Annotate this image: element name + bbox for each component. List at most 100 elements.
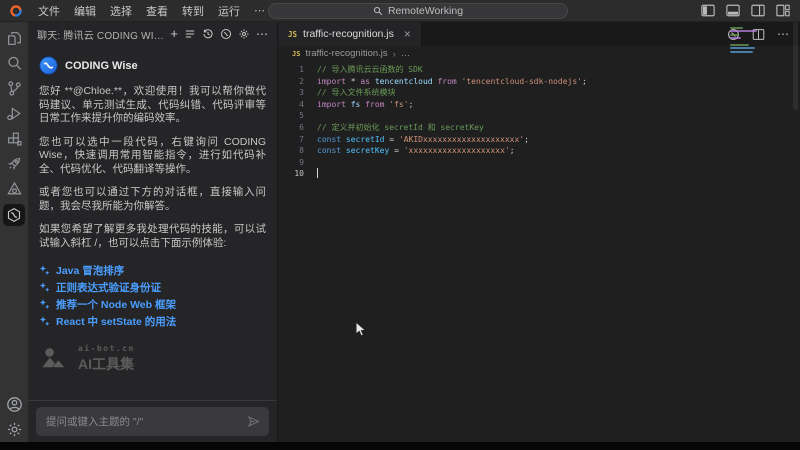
tab-close-icon[interactable]: × xyxy=(404,27,411,41)
chat-input[interactable] xyxy=(36,416,247,428)
code-editor[interactable]: 1// 导入腾讯云云函数的 SDK2import * as tencentclo… xyxy=(278,61,800,180)
sparkle-icon xyxy=(39,265,50,276)
coding-wise-mini-icon[interactable] xyxy=(220,28,232,40)
code-line[interactable]: 6// 定义并初始化 secretId 和 secretKey xyxy=(278,122,800,134)
text-cursor xyxy=(317,168,318,178)
menu-bar: 文件编辑选择查看转到运行 xyxy=(31,3,247,19)
menu-item[interactable]: 选择 xyxy=(103,3,139,19)
minimap-line xyxy=(730,51,753,53)
menu-item[interactable]: 转到 xyxy=(175,3,211,19)
code-line[interactable]: 2import * as tencentcloud from 'tencentc… xyxy=(278,76,800,88)
ai-bot-logo-icon xyxy=(41,347,71,371)
history-icon[interactable] xyxy=(202,28,214,40)
editor-tab-bar: JS traffic-recognition.js × ⋯ xyxy=(278,22,800,46)
title-bar: 文件编辑选择查看转到运行 ⋯ ← → RemoteWorking xyxy=(0,0,800,22)
code-line[interactable]: 10 xyxy=(278,168,800,180)
extensions-icon[interactable] xyxy=(0,126,28,151)
code-text: // 定义并初始化 secretId 和 secretKey xyxy=(304,122,484,134)
settings-gear-icon[interactable] xyxy=(6,421,23,438)
search-box[interactable]: RemoteWorking xyxy=(268,3,568,19)
javascript-file-icon-small: JS xyxy=(292,50,300,58)
line-number: 9 xyxy=(278,157,304,169)
rocket-icon[interactable] xyxy=(0,151,28,176)
message-paragraph: 如果您希望了解更多我处理代码的技能，可以试试输入斜杠 /，也可以点击下面示例体验… xyxy=(39,223,266,250)
line-number: 2 xyxy=(278,76,304,88)
vscode-window: 文件编辑选择查看转到运行 ⋯ ← → RemoteWorking xyxy=(0,0,800,450)
chat-message-area: CODING Wise 您好 **@Chloe.**，欢迎使用！我可以帮你做代码… xyxy=(28,46,277,374)
code-line[interactable]: 4import fs from 'fs'; xyxy=(278,99,800,111)
chat-sessions-icon[interactable] xyxy=(184,28,196,40)
breadcrumb-file[interactable]: traffic-recognition.js xyxy=(305,48,387,59)
run-and-debug-icon[interactable] xyxy=(0,101,28,126)
code-text: // 导入文件系统模块 xyxy=(304,87,395,99)
customize-layout-icon[interactable] xyxy=(776,4,790,17)
message-paragraph: 或者您也可以通过下方的对话框，直接输入问题，我会尽我所能为你解答。 xyxy=(39,186,266,213)
code-line[interactable]: 8const secretKey = 'xxxxxxxxxxxxxxxxxxxx… xyxy=(278,145,800,157)
chat-panel: 聊天: 腾讯云 CODING WISE + ⋯ xyxy=(28,22,278,442)
toggle-secondary-sidebar-icon[interactable] xyxy=(751,4,765,17)
toggle-panel-icon[interactable] xyxy=(726,4,740,17)
chat-settings-gear-icon[interactable] xyxy=(238,28,250,40)
example-prompt-link[interactable]: 推荐一个 Node Web 框架 xyxy=(39,296,266,313)
line-number: 10 xyxy=(278,168,304,180)
line-number: 6 xyxy=(278,122,304,134)
sparkle-icon xyxy=(39,299,50,310)
breadcrumb-symbol[interactable]: … xyxy=(401,48,411,59)
search-sidebar-icon[interactable] xyxy=(0,51,28,76)
code-text: const secretKey = 'xxxxxxxxxxxxxxxxxxxx'… xyxy=(304,145,515,157)
explorer-icon[interactable] xyxy=(0,26,28,51)
menu-item[interactable]: 运行 xyxy=(211,3,247,19)
watermark: ai-bot.cn AI工具集 xyxy=(41,344,266,374)
example-prompt-label: Java 冒泡排序 xyxy=(56,263,124,278)
code-text: // 导入腾讯云云函数的 SDK xyxy=(304,64,423,76)
minimap-line xyxy=(730,44,749,46)
code-text: import * as tencentcloud from 'tencentcl… xyxy=(304,76,587,88)
editor-scrollbar[interactable] xyxy=(793,22,798,110)
example-prompt-label: React 中 setState 的用法 xyxy=(56,314,176,329)
minimap[interactable] xyxy=(730,27,772,54)
sparkle-icon xyxy=(39,316,50,327)
source-control-icon[interactable] xyxy=(0,76,28,101)
example-prompt-link[interactable]: Java 冒泡排序 xyxy=(39,262,266,279)
mouse-cursor xyxy=(355,321,368,338)
code-text: const secretId = 'AKIDxxxxxxxxxxxxxxxxxx… xyxy=(304,134,529,146)
window-bottom-edge xyxy=(0,442,800,450)
toggle-sidebar-icon[interactable] xyxy=(701,4,715,17)
message-paragraph: 您好 **@Chloe.**，欢迎使用！我可以帮你做代码建议、单元测试生成、代码… xyxy=(39,85,266,126)
example-prompt-label: 推荐一个 Node Web 框架 xyxy=(56,297,176,312)
example-prompt-link[interactable]: React 中 setState 的用法 xyxy=(39,313,266,330)
line-number: 5 xyxy=(278,110,304,122)
tab-traffic-recognition[interactable]: JS traffic-recognition.js × xyxy=(278,22,422,46)
new-chat-icon[interactable]: + xyxy=(170,27,178,40)
chat-more-icon[interactable]: ⋯ xyxy=(256,27,269,41)
minimap-line xyxy=(730,27,743,29)
watermark-name: AI工具集 xyxy=(78,354,135,374)
menu-item[interactable]: 编辑 xyxy=(67,3,103,19)
example-prompt-link[interactable]: 正则表达式验证身份证 xyxy=(39,279,266,296)
editor-more-actions-icon[interactable]: ⋯ xyxy=(777,27,790,41)
code-line[interactable]: 3// 导入文件系统模块 xyxy=(278,87,800,99)
assistant-avatar xyxy=(39,56,58,75)
minimap-line xyxy=(730,34,739,36)
account-icon[interactable] xyxy=(6,396,23,413)
chat-panel-header: 聊天: 腾讯云 CODING WISE + ⋯ xyxy=(28,22,277,46)
minimap-line xyxy=(730,30,757,32)
code-line[interactable]: 9 xyxy=(278,157,800,169)
chat-input-bar xyxy=(28,400,277,442)
cloud-toolkit-icon[interactable] xyxy=(0,176,28,201)
code-line[interactable]: 7const secretId = 'AKIDxxxxxxxxxxxxxxxxx… xyxy=(278,134,800,146)
code-line[interactable]: 5 xyxy=(278,110,800,122)
minimap-line xyxy=(730,37,741,39)
message-paragraph: 您也可以选中一段代码，右键询问 CODING Wise，快速调用常用智能指令，进… xyxy=(39,136,266,177)
code-line[interactable]: 1// 导入腾讯云云函数的 SDK xyxy=(278,64,800,76)
coding-wise-sidebar-icon[interactable] xyxy=(0,201,28,228)
javascript-file-icon: JS xyxy=(288,30,297,39)
menu-item[interactable]: 文件 xyxy=(31,3,67,19)
send-icon[interactable] xyxy=(247,415,260,428)
breadcrumb-separator: › xyxy=(393,49,396,59)
line-number: 8 xyxy=(278,145,304,157)
tab-label: traffic-recognition.js xyxy=(303,28,394,40)
menu-item[interactable]: 查看 xyxy=(139,3,175,19)
breadcrumb[interactable]: JS traffic-recognition.js › … xyxy=(278,46,800,61)
line-number: 1 xyxy=(278,64,304,76)
